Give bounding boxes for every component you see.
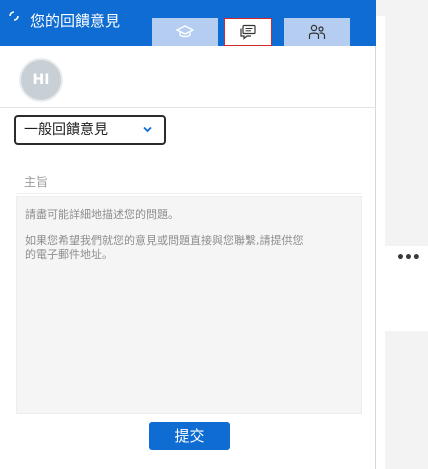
feedback-panel: 您的回饋意見 HI 一般回饋意見 主旨 請盡可能詳細地描述您的問題。 如果您希望… bbox=[0, 0, 376, 469]
header-divider bbox=[0, 107, 376, 108]
feedback-type-dropdown[interactable]: 一般回饋意見 bbox=[14, 115, 166, 145]
background-side-column bbox=[385, 16, 428, 469]
feedback-type-selected: 一般回饋意見 bbox=[24, 122, 108, 138]
description-placeholder-line: 如果您希望我們就您的意見或問題直接與您聯繫,請提供您 bbox=[25, 234, 304, 247]
people-icon bbox=[308, 24, 326, 39]
subject-input[interactable] bbox=[24, 172, 354, 192]
tab-feedback[interactable] bbox=[224, 18, 272, 46]
tab-learn[interactable] bbox=[152, 18, 218, 46]
panel-title: 您的回饋意見 bbox=[30, 12, 121, 30]
subject-field-row bbox=[16, 172, 362, 194]
chevron-down-icon bbox=[143, 126, 152, 133]
graduation-cap-icon bbox=[176, 25, 194, 38]
description-placeholder-line: 請盡可能詳細地描述您的問題。 bbox=[25, 208, 179, 221]
submit-button[interactable]: 提交 bbox=[149, 422, 230, 450]
tab-people[interactable] bbox=[284, 18, 350, 46]
description-placeholder-line: 的電子郵件地址。 bbox=[25, 248, 113, 261]
chat-feedback-icon bbox=[240, 24, 256, 40]
more-options-button[interactable]: ••• bbox=[396, 250, 421, 266]
refresh-icon[interactable] bbox=[9, 11, 19, 21]
user-avatar: HI bbox=[19, 58, 63, 102]
description-textarea[interactable]: 請盡可能詳細地描述您的問題。 如果您希望我們就您的意見或問題直接與您聯繫,請提供… bbox=[16, 196, 362, 414]
panel-header: 您的回饋意見 bbox=[0, 0, 376, 46]
